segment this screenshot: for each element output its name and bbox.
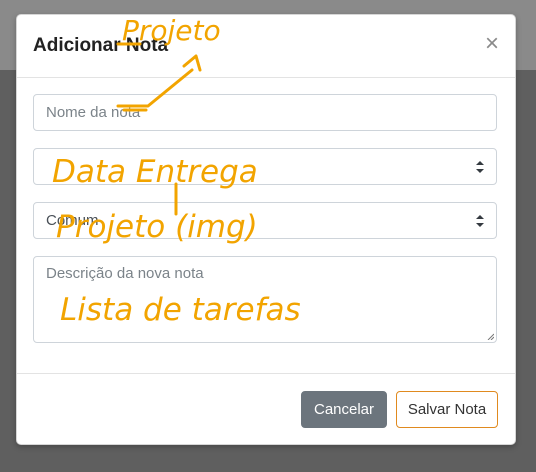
description-textarea[interactable]: Descrição da nova nota <box>33 256 497 343</box>
delivery-date-select[interactable] <box>33 148 497 185</box>
modal-title: Adicionar Nota <box>33 35 169 56</box>
cancel-button[interactable]: Cancelar <box>301 391 387 428</box>
note-name-placeholder: Nome da nota <box>46 104 141 121</box>
resize-handle-icon[interactable] <box>486 332 494 340</box>
select-caret-icon <box>476 215 484 227</box>
close-icon[interactable]: × <box>485 32 499 56</box>
footer-divider <box>17 373 515 374</box>
modal-header: Adicionar Nota × <box>17 15 515 78</box>
save-note-button[interactable]: Salvar Nota <box>396 391 498 428</box>
note-type-select-value: Comum <box>46 212 99 229</box>
note-name-input[interactable]: Nome da nota <box>33 94 497 131</box>
select-caret-icon <box>476 161 484 173</box>
note-type-select[interactable]: Comum <box>33 202 497 239</box>
add-note-modal: Adicionar Nota × Nome da nota Comum Desc… <box>16 14 516 445</box>
description-placeholder: Descrição da nova nota <box>46 265 204 282</box>
